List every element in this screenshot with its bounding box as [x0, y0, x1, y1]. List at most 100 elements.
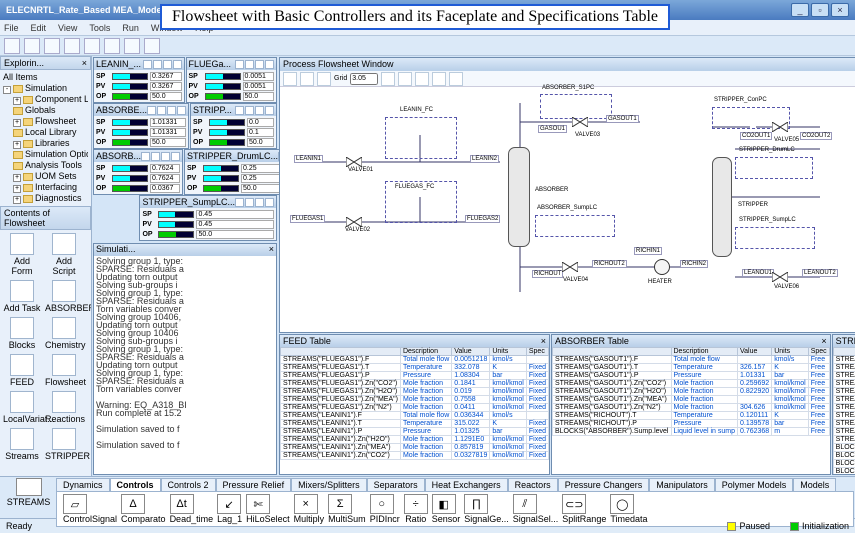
faceplate[interactable]: LEANIN_... SP0.3267 PV0.3267 OP50.0	[93, 57, 185, 103]
minimize-button[interactable]: _	[791, 3, 809, 17]
tree-label[interactable]: UOM Sets	[35, 171, 77, 181]
stream-label[interactable]: RICHIN2	[680, 260, 708, 268]
fs-tool[interactable]	[381, 72, 395, 86]
faceplate[interactable]: STRIPPER_SumpLC... SP0.45 PV0.45 OP50.0	[139, 195, 277, 241]
valve-icon[interactable]	[572, 117, 588, 127]
op-item[interactable]: ○PIDIncr	[370, 494, 400, 524]
valve-icon[interactable]	[562, 262, 578, 272]
op-item[interactable]: ⫽SignalSel...	[513, 494, 559, 524]
ops-tab[interactable]: Heat Exchangers	[425, 478, 508, 491]
stream-label[interactable]: RICHOUT2	[592, 260, 627, 268]
tool-undo[interactable]	[144, 38, 160, 54]
stream-label[interactable]: RICHIN1	[634, 247, 662, 255]
menu-run[interactable]: Run	[122, 23, 139, 33]
palette-item[interactable]: Reactions	[45, 391, 83, 424]
controller-str-sumplc[interactable]	[735, 227, 815, 249]
valve-icon[interactable]	[346, 217, 362, 227]
controller-str-drumlc[interactable]	[735, 157, 813, 179]
fs-tool[interactable]	[398, 72, 412, 86]
streams-icon[interactable]	[16, 478, 42, 496]
op-item[interactable]: ⊂⊃SplitRange	[562, 494, 606, 524]
tree-label[interactable]: Local Library	[25, 127, 77, 137]
simlog-body[interactable]: Solving group 1, type:SPARSE: Residuals …	[94, 256, 276, 450]
stream-label[interactable]: GASOU1	[538, 125, 567, 133]
tree-label[interactable]: Diagnostics	[35, 193, 82, 203]
palette-item[interactable]: Chemistry	[45, 317, 83, 350]
palette-item[interactable]: Blocks	[3, 317, 41, 350]
tree-root[interactable]: All Items	[3, 72, 88, 83]
fs-tool[interactable]	[283, 72, 297, 86]
tree-label[interactable]: Simulation	[25, 83, 67, 93]
tool-paste[interactable]	[124, 38, 140, 54]
ops-tab[interactable]: Separators	[367, 478, 425, 491]
palette-item[interactable]: Add Script	[45, 233, 83, 276]
stream-label[interactable]: LEANOU1	[742, 269, 774, 277]
stream-label[interactable]: CO2OUT1	[740, 132, 772, 140]
tree-label[interactable]: Simulation Options	[25, 149, 88, 159]
ops-tab[interactable]: Controls	[110, 478, 161, 491]
stream-label[interactable]: LEANIN1	[294, 155, 323, 163]
tree-label[interactable]: Flowsheet	[35, 116, 76, 126]
palette-item[interactable]: Add Task	[3, 280, 41, 313]
ops-tab[interactable]: Pressure Changers	[558, 478, 650, 491]
op-item[interactable]: ∏SignalGe...	[464, 494, 509, 524]
op-item[interactable]: ▱ControlSignal	[63, 494, 117, 524]
op-item[interactable]: ◯Timedata	[610, 494, 647, 524]
menu-file[interactable]: File	[4, 23, 19, 33]
ops-tab[interactable]: Reactors	[508, 478, 558, 491]
op-item[interactable]: ΔtDead_time	[170, 494, 214, 524]
stream-label[interactable]: LEANOUT2	[802, 269, 838, 277]
palette-item[interactable]: Streams	[3, 428, 41, 461]
op-item[interactable]: ↙Lag_1	[217, 494, 242, 524]
tree-label[interactable]: Libraries	[35, 138, 70, 148]
controller-abs-sumplc[interactable]	[535, 215, 615, 237]
valve-icon[interactable]	[772, 272, 788, 282]
tree-label[interactable]: Analysis Tools	[25, 160, 82, 170]
stream-label[interactable]: LEANIN2	[470, 155, 499, 163]
tool-print[interactable]	[64, 38, 80, 54]
stream-label[interactable]: CO2OUT2	[800, 132, 832, 140]
op-item[interactable]: ×Multiply	[294, 494, 325, 524]
controller-abs-s1pc[interactable]	[540, 94, 612, 119]
faceplate[interactable]: FLUEGa... SP0.0051 PV0.0051 OP50.0	[186, 57, 278, 103]
op-item[interactable]: ✄HiLoSelect	[246, 494, 290, 524]
fs-tool[interactable]	[415, 72, 429, 86]
block-stripper[interactable]	[712, 157, 732, 257]
ops-tab[interactable]: Models	[793, 478, 836, 491]
block-absorber[interactable]	[508, 147, 530, 247]
op-item[interactable]: ΣMultiSum	[328, 494, 366, 524]
ops-tab[interactable]: Manipulators	[649, 478, 715, 491]
valve-icon[interactable]	[772, 122, 788, 132]
tool-save[interactable]	[44, 38, 60, 54]
block-heater[interactable]	[654, 259, 670, 275]
tree-label[interactable]: Interfacing	[35, 182, 77, 192]
fs-tool[interactable]	[300, 72, 314, 86]
op-item[interactable]: ΔComparato	[121, 494, 166, 524]
simlog-close-icon[interactable]: ×	[269, 244, 274, 256]
ops-tab[interactable]: Polymer Models	[715, 478, 794, 491]
ops-tab[interactable]: Controls 2	[161, 478, 216, 491]
faceplate[interactable]: STRIPP... SP0.0 PV0.1 OP50.0	[190, 103, 277, 149]
menu-edit[interactable]: Edit	[31, 23, 47, 33]
tool-cut[interactable]	[84, 38, 100, 54]
stream-label[interactable]: GASOUT1	[606, 115, 639, 123]
palette-item[interactable]: ABSORBER	[45, 280, 83, 313]
feed-grid[interactable]: DescriptionValueUnitsSpecSTREAMS("FLUEGA…	[280, 347, 549, 474]
fs-tool[interactable]	[449, 72, 463, 86]
menu-view[interactable]: View	[58, 23, 77, 33]
tool-copy[interactable]	[104, 38, 120, 54]
tree-label[interactable]: Component Lists	[35, 94, 88, 104]
table-close-icon[interactable]: ×	[541, 336, 546, 346]
palette-item[interactable]: Flowsheet	[45, 354, 83, 387]
flowsheet-canvas[interactable]: LEANIN_FC FLUEGAS_FC ABSORBER_S1PC ABSOR…	[280, 87, 855, 332]
zoom-input[interactable]	[350, 73, 378, 85]
palette-item[interactable]: LocalVariat...	[3, 391, 41, 424]
stream-label[interactable]: FLUEGAS2	[465, 215, 500, 223]
palette-item[interactable]: FEED	[3, 354, 41, 387]
explorer-close-icon[interactable]: ×	[82, 58, 87, 68]
stripper-grid[interactable]: DescriptionValueUnitsSpecSTREAMS("CO2OUT…	[833, 347, 855, 474]
op-item[interactable]: ÷Ratio	[404, 494, 428, 524]
stream-label[interactable]: RICHOUT	[532, 270, 563, 278]
fs-tool[interactable]	[432, 72, 446, 86]
ops-tab[interactable]: Pressure Relief	[216, 478, 292, 491]
